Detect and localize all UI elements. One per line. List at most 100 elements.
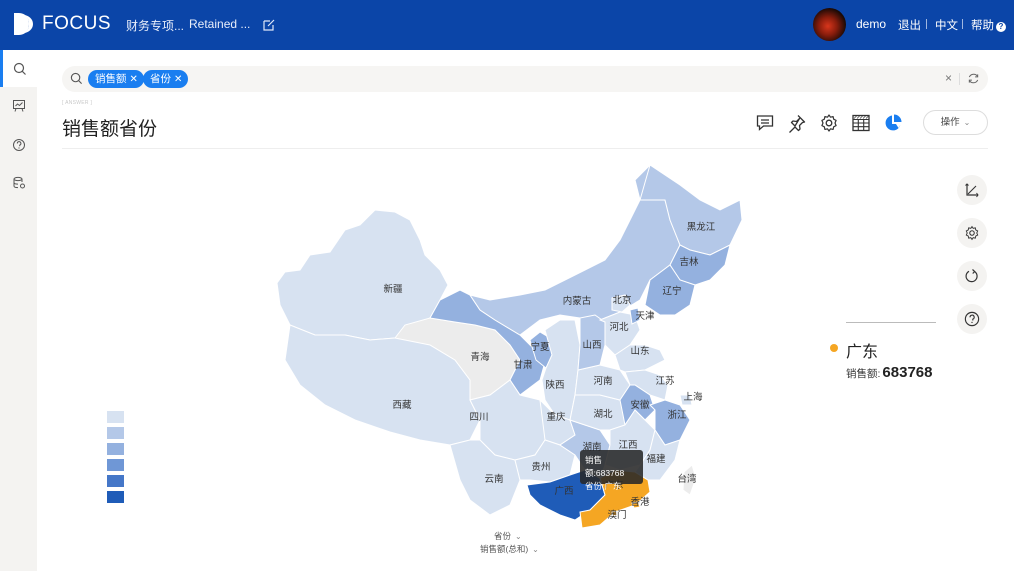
legend-swatch[interactable] xyxy=(107,427,124,439)
map-tooltip: 销售额:683768 省份:广东 xyxy=(580,450,643,491)
province-label: 四川 xyxy=(469,412,488,423)
province-label: 陕西 xyxy=(545,379,564,391)
legend-swatch[interactable] xyxy=(107,459,124,471)
user-name[interactable]: demo xyxy=(856,17,886,31)
focus-logo-icon xyxy=(14,13,33,35)
province-label: 甘肃 xyxy=(513,359,532,371)
province-label: 重庆 xyxy=(546,411,566,423)
province-label: 内蒙古 xyxy=(563,295,592,307)
nav-item-retained[interactable]: Retained ... xyxy=(189,17,250,31)
operations-button[interactable]: 操作 ⌄ xyxy=(923,110,988,135)
search-icon xyxy=(70,72,83,85)
province-label: 西藏 xyxy=(392,399,412,411)
measure-label: 销售额(总和) xyxy=(480,544,529,554)
province-label: 江苏 xyxy=(655,375,675,387)
province-label: 河北 xyxy=(609,321,629,333)
divider xyxy=(846,322,936,323)
chart-help-button[interactable] xyxy=(957,304,987,334)
refresh-chart-button[interactable] xyxy=(957,261,987,291)
table-view-icon[interactable] xyxy=(851,113,871,133)
legend-swatch[interactable] xyxy=(107,411,124,423)
refresh-icon[interactable] xyxy=(967,72,980,85)
language-link[interactable]: 中文 xyxy=(935,17,958,33)
province-label: 台湾 xyxy=(677,473,697,485)
question-icon xyxy=(964,311,980,327)
presentation-board-icon xyxy=(12,99,25,112)
province-label: 天津 xyxy=(635,311,655,322)
legend-swatch[interactable] xyxy=(107,443,124,455)
province-label: 山西 xyxy=(582,340,601,351)
operations-label: 操作 xyxy=(940,117,960,128)
brand-name: FOCUS xyxy=(42,13,111,34)
sidebar-item-board[interactable] xyxy=(0,87,37,124)
axis-chart-icon xyxy=(965,183,979,198)
measure-selector[interactable]: 销售额(总和) ⌄ xyxy=(480,543,539,555)
province-label: 贵州 xyxy=(531,461,550,473)
logout-link[interactable]: 退出 xyxy=(898,17,921,33)
avatar[interactable] xyxy=(813,8,846,41)
divider xyxy=(926,19,927,29)
rotate-icon xyxy=(965,269,978,283)
tooltip-province: 省份:广东 xyxy=(585,481,622,491)
detail-metric-label: 销售额: xyxy=(846,368,881,380)
detail-metric: 销售额: 683768 xyxy=(846,364,932,381)
tooltip-value: 销售额:683768 xyxy=(585,455,625,478)
remove-chip-icon[interactable]: ✕ xyxy=(130,74,138,85)
comment-icon[interactable] xyxy=(755,113,775,133)
logo[interactable]: FOCUS xyxy=(12,11,111,37)
remove-chip-icon[interactable]: ✕ xyxy=(174,74,182,85)
chip-label: 销售额 xyxy=(95,73,127,85)
chevron-down-icon: ⌄ xyxy=(963,118,971,127)
province-label: 河南 xyxy=(593,375,612,387)
province-label: 云南 xyxy=(484,473,503,485)
search-chip-sales[interactable]: 销售额 ✕ xyxy=(88,70,144,88)
province-label: 宁夏 xyxy=(530,341,550,353)
chart-view-icon[interactable] xyxy=(883,113,903,133)
divider xyxy=(962,19,963,29)
province-label: 上海 xyxy=(683,391,703,403)
database-icon xyxy=(13,176,25,188)
help-icon: ? xyxy=(996,22,1006,32)
province-label: 福建 xyxy=(646,453,666,465)
series-dot xyxy=(830,344,838,352)
nav-item-finance[interactable]: 财务专项... xyxy=(126,17,184,34)
sidebar-item-help[interactable] xyxy=(0,126,37,163)
province-label: 山东 xyxy=(630,345,649,357)
search-bar[interactable]: 销售额 ✕ 省份 ✕ × xyxy=(62,66,988,92)
sidebar-item-data[interactable] xyxy=(0,164,37,201)
legend-swatch[interactable] xyxy=(107,491,124,503)
sidebar xyxy=(0,50,37,571)
province-label: 澳门 xyxy=(607,509,626,521)
province-label: 浙江 xyxy=(667,409,687,421)
search-chip-province[interactable]: 省份 ✕ xyxy=(143,70,189,88)
page-title: 销售额省份 xyxy=(62,119,158,140)
detail-metric-value: 683768 xyxy=(882,364,933,381)
edit-icon[interactable] xyxy=(262,18,276,32)
question-icon xyxy=(12,138,25,151)
chart-settings-button[interactable] xyxy=(957,218,987,248)
settings-gear-icon[interactable] xyxy=(819,113,839,133)
province-label: 辽宁 xyxy=(662,285,681,297)
province-label: 吉林 xyxy=(679,256,699,268)
help-label: 帮助 xyxy=(971,20,994,32)
province-label: 黑龙江 xyxy=(687,221,716,233)
province-label: 新疆 xyxy=(383,283,403,295)
axis-settings-button[interactable] xyxy=(957,175,987,205)
legend-swatch[interactable] xyxy=(107,475,124,487)
sidebar-item-search[interactable] xyxy=(0,50,37,87)
divider xyxy=(62,148,988,149)
china-map[interactable]: 新疆西藏青海甘肃内蒙古宁夏陕西四川 重庆云南贵州广西广东湖南湖北河南山西河北北京天… xyxy=(260,150,760,530)
chevron-down-icon: ⌄ xyxy=(532,545,539,554)
province-label: 北京 xyxy=(612,294,631,306)
top-bar: FOCUS 财务专项... Retained ... demo 退出 中文 帮助… xyxy=(0,0,1014,50)
clear-search-icon[interactable]: × xyxy=(945,71,952,85)
help-link[interactable]: 帮助? xyxy=(971,17,1006,33)
pin-icon[interactable] xyxy=(787,113,807,133)
search-icon xyxy=(13,62,26,75)
province-label: 安徽 xyxy=(630,399,650,411)
dimension-selector[interactable]: 省份 ⌄ xyxy=(494,530,522,542)
province-label: 青海 xyxy=(470,351,490,363)
province-label: 广西 xyxy=(554,485,573,497)
dimension-label: 省份 xyxy=(494,531,512,541)
province-label: 香港 xyxy=(630,496,650,508)
